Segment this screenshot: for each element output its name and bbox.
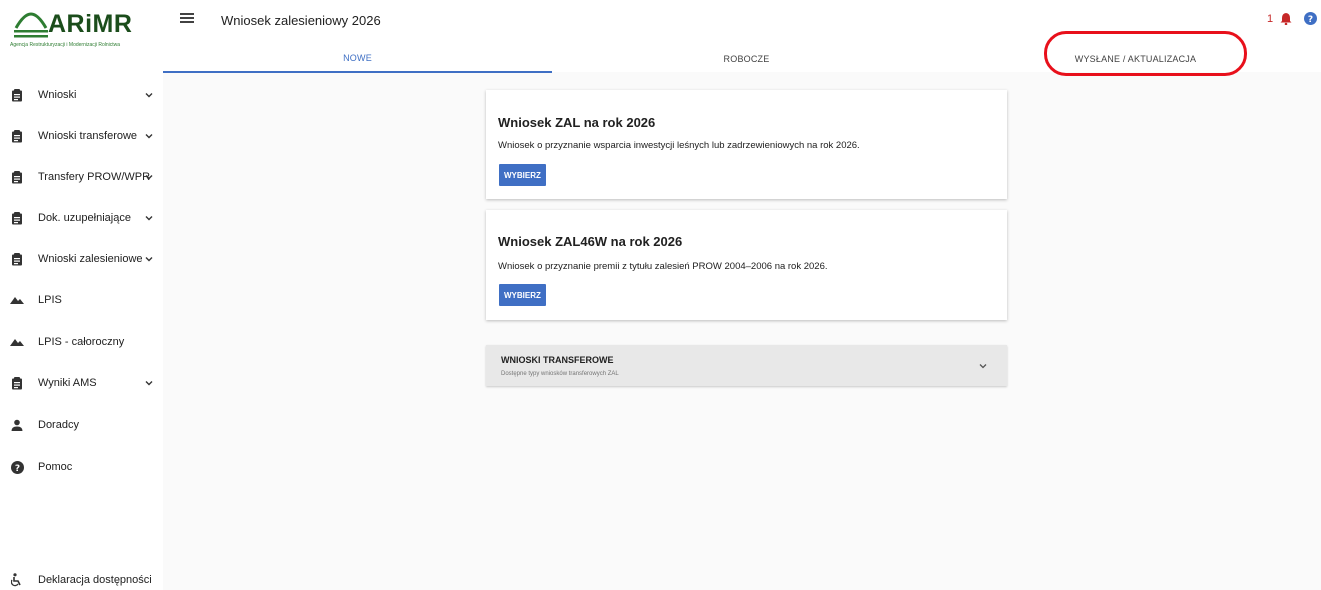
notification-count: 1 [1267,13,1274,25]
sidebar-item-transfery-prow-wpr[interactable]: Transfery PROW/WPR [0,157,163,197]
svg-text:?: ? [14,464,19,474]
clipboard-icon [10,88,24,102]
sidebar-item-lpis[interactable]: LPIS [0,280,163,320]
card-title: Wniosek ZAL na rok 2026 [498,115,656,130]
card-description: Wniosek o przyznanie premii z tytułu zal… [498,261,828,272]
sidebar-item-lpis-caloroczny[interactable]: LPIS - całoroczny [0,322,163,362]
sidebar-item-label: Doradcy [38,419,79,431]
terrain-icon [10,293,24,307]
application-card: Wniosek ZAL na rok 2026 Wniosek o przyzn… [486,90,1007,199]
tab-robocze[interactable]: ROBOCZE [552,44,941,73]
sidebar-item-label: Wnioski zalesieniowe [38,253,143,265]
sidebar: ARiMR Agencja Restrukturyzacji i Moderni… [0,0,163,590]
application-card: Wniosek ZAL46W na rok 2026 Wniosek o prz… [486,210,1007,320]
sidebar-item-wnioski-transferowe[interactable]: Wnioski transferowe [0,116,163,156]
page-title: Wniosek zalesieniowy 2026 [221,13,381,28]
menu-icon[interactable] [180,13,194,25]
sidebar-item-doradcy[interactable]: Doradcy [0,405,163,445]
sidebar-item-label: Wnioski transferowe [38,130,138,142]
chevron-down-icon [979,364,987,369]
chevron-down-icon [145,257,153,262]
sidebar-item-label: Wnioski [38,89,77,101]
person-icon [10,418,24,432]
sidebar-item-label: LPIS - całoroczny [38,336,125,348]
sidebar-item-label: Wyniki AMS [38,377,97,389]
chevron-down-icon [145,93,153,98]
logo-name: ARiMR [48,10,133,38]
clipboard-icon [10,252,24,266]
accessibility-declaration-link[interactable]: Deklaracja dostępności [0,560,163,590]
clipboard-icon [10,211,24,225]
sidebar-item-wnioski-zalesieniowe[interactable]: Wnioski zalesieniowe [0,239,163,279]
terrain-icon [10,335,24,349]
sidebar-item-pomoc[interactable]: ? Pomoc [0,447,163,487]
card-description: Wniosek o przyznanie wsparcia inwestycji… [498,140,860,151]
accessibility-icon [10,573,24,587]
panel-title: WNIOSKI TRANSFEROWE [501,355,614,365]
chevron-down-icon [145,175,153,180]
arimr-logo[interactable]: ARiMR Agencja Restrukturyzacji i Moderni… [8,6,158,50]
select-button[interactable]: WYBIERZ [499,284,546,306]
clipboard-icon [10,129,24,143]
accessibility-declaration-label: Deklaracja dostępności [38,574,152,586]
clipboard-icon [10,376,24,390]
panel-subtitle: Dostępne typy wniosków transferowych ZAL [501,371,619,377]
transfer-applications-panel[interactable]: WNIOSKI TRANSFEROWE Dostępne typy wniosk… [486,345,1007,386]
sidebar-item-label: Pomoc [38,461,73,473]
sidebar-item-label: Dok. uzupełniające [38,212,131,224]
sidebar-item-label: LPIS [38,294,62,306]
svg-text:?: ? [1308,15,1313,25]
sidebar-item-label: Transfery PROW/WPR [38,171,151,183]
help-icon[interactable]: ? [1304,12,1317,25]
sidebar-item-dok-uzupelniajace[interactable]: Dok. uzupełniające [0,198,163,238]
sidebar-item-wyniki-ams[interactable]: Wyniki AMS [0,363,163,403]
select-button[interactable]: WYBIERZ [499,164,546,186]
logo-mark-icon [14,12,48,38]
clipboard-icon [10,170,24,184]
bell-icon[interactable] [1280,12,1292,25]
logo-subtitle: Agencja Restrukturyzacji i Modernizacji … [10,42,121,48]
tab-nowe[interactable]: NOWE [163,44,552,73]
highlight-annotation [1044,31,1247,76]
chevron-down-icon [145,216,153,221]
chevron-down-icon [145,381,153,386]
sidebar-item-wnioski[interactable]: Wnioski [0,75,163,115]
chevron-down-icon [145,134,153,139]
help-icon: ? [10,460,24,474]
card-title: Wniosek ZAL46W na rok 2026 [498,234,683,249]
